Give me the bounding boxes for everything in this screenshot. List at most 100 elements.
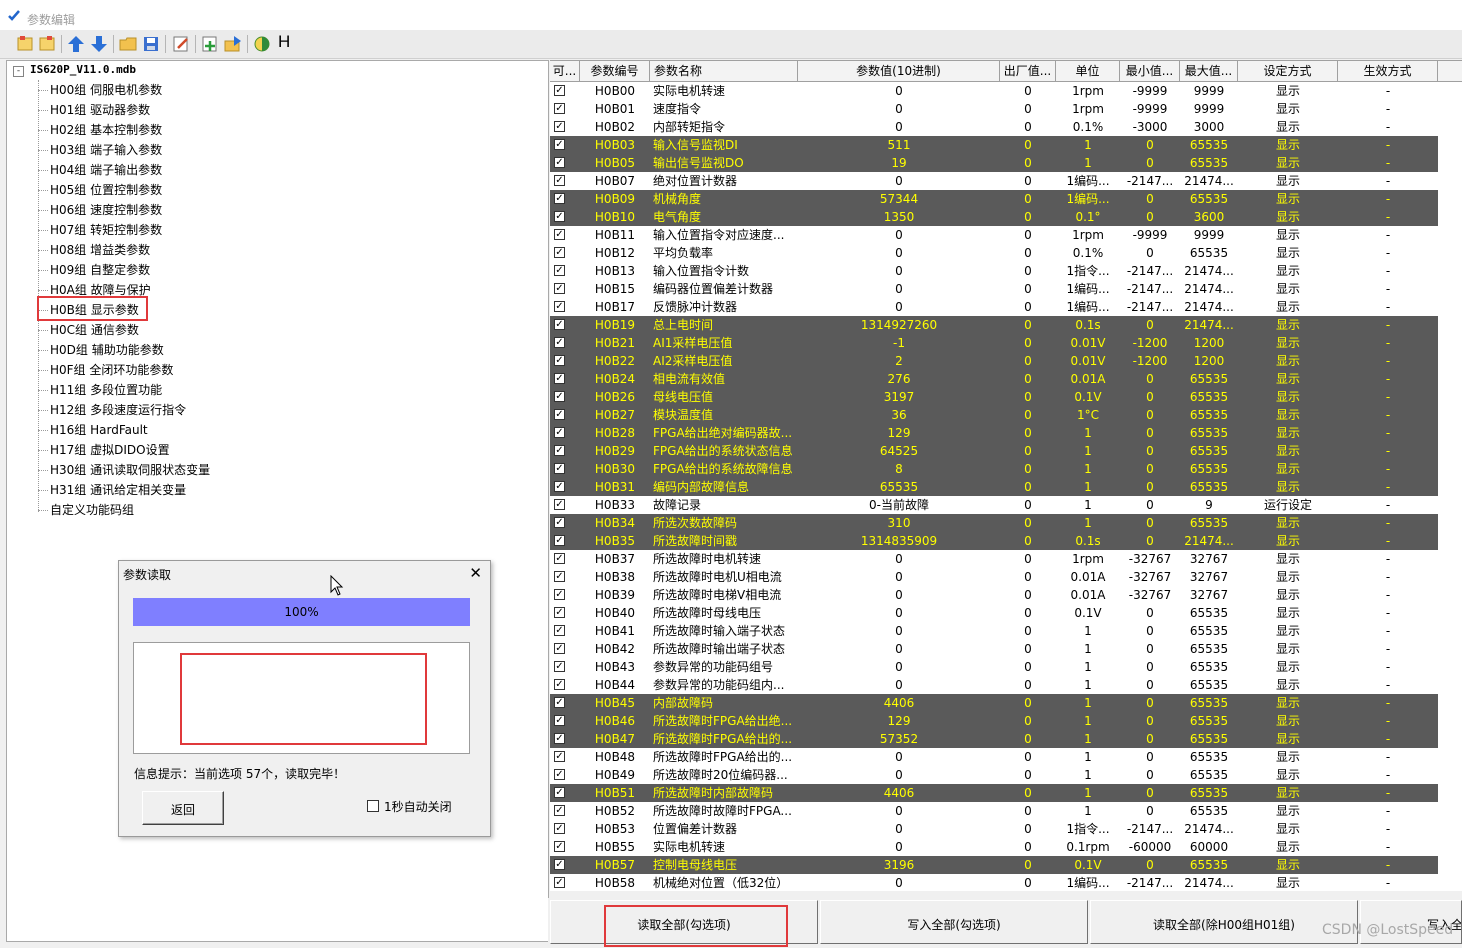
cell-name[interactable]: 内部故障码 [650,694,798,712]
cell-unit[interactable]: 1rpm [1056,82,1120,100]
cell-effect[interactable]: - [1338,262,1438,280]
cell-mode[interactable]: 显示 [1238,190,1338,208]
row-checkbox[interactable]: ✓ [554,841,565,852]
cell-min[interactable]: 0 [1120,424,1180,442]
cell-max[interactable]: 65535 [1180,478,1238,496]
cell-unit[interactable]: 1rpm [1056,100,1120,118]
tree-item[interactable]: H01组 驱动器参数 [37,101,150,119]
row-checkbox[interactable]: ✓ [554,733,565,744]
cell-value[interactable]: 0 [798,118,1000,136]
table-row[interactable]: ✓ H0B11 输入位置指令对应速度... 0 0 1rpm -9999 9999 显示 - [550,226,1438,244]
table-row[interactable]: ✓ H0B43 参数异常的功能码组号 0 0 1 0 65535 显示 - [550,658,1438,676]
tree-item[interactable]: H05组 位置控制参数 [37,181,162,199]
table-row[interactable]: ✓ H0B42 所选故障时输出端子状态 0 0 1 0 65535 显示 - [550,640,1438,658]
cell-max[interactable]: 21474... [1180,532,1238,550]
cell-max[interactable]: 65535 [1180,712,1238,730]
cell-min[interactable]: 0 [1120,622,1180,640]
cell-effect[interactable]: - [1338,370,1438,388]
cell-max[interactable]: 32767 [1180,568,1238,586]
tree-item[interactable]: H0F组 全闭环功能参数 [37,361,173,379]
cell-factory[interactable]: 0 [1000,100,1056,118]
cell-effect[interactable]: - [1338,856,1438,874]
table-row[interactable]: ✓ H0B51 所选故障时内部故障码 4406 0 1 0 65535 显示 - [550,784,1438,802]
cell-min[interactable]: 0 [1120,640,1180,658]
cell-min[interactable]: -2147... [1120,820,1180,838]
table-row[interactable]: ✓ H0B26 母线电压值 3197 0 0.1V 0 65535 显示 - [550,388,1438,406]
cell-id[interactable]: H0B26 [580,388,650,406]
cell-max[interactable]: 3600 [1180,208,1238,226]
cell-effect[interactable]: - [1338,298,1438,316]
cell-effect[interactable]: - [1338,442,1438,460]
cell-factory[interactable]: 0 [1000,532,1056,550]
row-checkbox[interactable]: ✓ [554,445,565,456]
cell-effect[interactable]: - [1338,784,1438,802]
cell-value[interactable]: 1314927260 [798,316,1000,334]
cell-value[interactable]: 129 [798,712,1000,730]
cell-min[interactable]: -1200 [1120,334,1180,352]
row-checkbox[interactable]: ✓ [554,355,565,366]
row-checkbox[interactable]: ✓ [554,427,565,438]
cell-effect[interactable]: - [1338,208,1438,226]
cell-name[interactable]: FPGA给出的系统状态信息 [650,442,798,460]
cell-factory[interactable]: 0 [1000,82,1056,100]
cell-max[interactable]: 65535 [1180,442,1238,460]
cell-id[interactable]: H0B10 [580,208,650,226]
col-header[interactable]: 设定方式 [1238,61,1338,81]
cell-min[interactable]: -9999 [1120,226,1180,244]
cell-id[interactable]: H0B51 [580,784,650,802]
cell-name[interactable]: 位置偏差计数器 [650,820,798,838]
cell-factory[interactable]: 0 [1000,370,1056,388]
cell-factory[interactable]: 0 [1000,190,1056,208]
cell-name[interactable]: 所选故障时输出端子状态 [650,640,798,658]
cell-effect[interactable]: - [1338,136,1438,154]
cell-name[interactable]: 母线电压值 [650,388,798,406]
cell-mode[interactable]: 显示 [1238,532,1338,550]
cell-value[interactable]: 511 [798,136,1000,154]
cell-value[interactable]: 8 [798,460,1000,478]
cell-unit[interactable]: 1编码... [1056,874,1120,891]
cell-unit[interactable]: 1编码... [1056,280,1120,298]
cell-min[interactable]: 0 [1120,676,1180,694]
cell-name[interactable]: 内部转矩指令 [650,118,798,136]
row-checkbox[interactable]: ✓ [554,499,565,510]
cell-name[interactable]: 所选次数故障码 [650,514,798,532]
cell-min[interactable]: 0 [1120,478,1180,496]
cell-min[interactable]: 0 [1120,136,1180,154]
cell-min[interactable]: 0 [1120,766,1180,784]
cell-mode[interactable]: 显示 [1238,226,1338,244]
cell-unit[interactable]: 1 [1056,460,1120,478]
row-checkbox[interactable]: ✓ [554,859,565,870]
cell-min[interactable]: 0 [1120,694,1180,712]
table-row[interactable]: ✓ H0B29 FPGA给出的系统状态信息 64525 0 1 0 65535 显示 - [550,442,1438,460]
table-row[interactable]: ✓ H0B07 绝对位置计数器 0 0 1编码... -2147... 21474... 显示 - [550,172,1438,190]
cell-factory[interactable]: 0 [1000,496,1056,514]
row-checkbox[interactable]: ✓ [554,229,565,240]
cell-unit[interactable]: 1 [1056,712,1120,730]
cell-max[interactable]: 65535 [1180,154,1238,172]
cell-effect[interactable]: - [1338,118,1438,136]
cell-unit[interactable]: 0.1s [1056,316,1120,334]
cell-max[interactable]: 65535 [1180,694,1238,712]
cell-mode[interactable]: 显示 [1238,388,1338,406]
cell-name[interactable]: 模块温度值 [650,406,798,424]
cell-factory[interactable]: 0 [1000,658,1056,676]
cell-mode[interactable]: 显示 [1238,622,1338,640]
row-checkbox[interactable]: ✓ [554,337,565,348]
row-checkbox[interactable]: ✓ [554,517,565,528]
cell-factory[interactable]: 0 [1000,388,1056,406]
cell-mode[interactable]: 显示 [1238,334,1338,352]
table-row[interactable]: ✓ H0B39 所选故障时电梯V相电流 0 0 0.01A -32767 32767 显示 - [550,586,1438,604]
row-checkbox[interactable]: ✓ [554,121,565,132]
cell-min[interactable]: 0 [1120,712,1180,730]
row-checkbox[interactable]: ✓ [554,481,565,492]
cell-unit[interactable]: 1 [1056,136,1120,154]
close-icon[interactable]: ✕ [469,564,482,582]
row-checkbox[interactable]: ✓ [554,553,565,564]
cell-unit[interactable]: 1 [1056,424,1120,442]
row-checkbox[interactable]: ✓ [554,409,565,420]
cell-id[interactable]: H0B11 [580,226,650,244]
cell-factory[interactable]: 0 [1000,568,1056,586]
table-row[interactable]: ✓ H0B09 机械角度 57344 0 1编码... 0 65535 显示 - [550,190,1438,208]
cell-mode[interactable]: 显示 [1238,766,1338,784]
cell-value[interactable]: 65535 [798,478,1000,496]
